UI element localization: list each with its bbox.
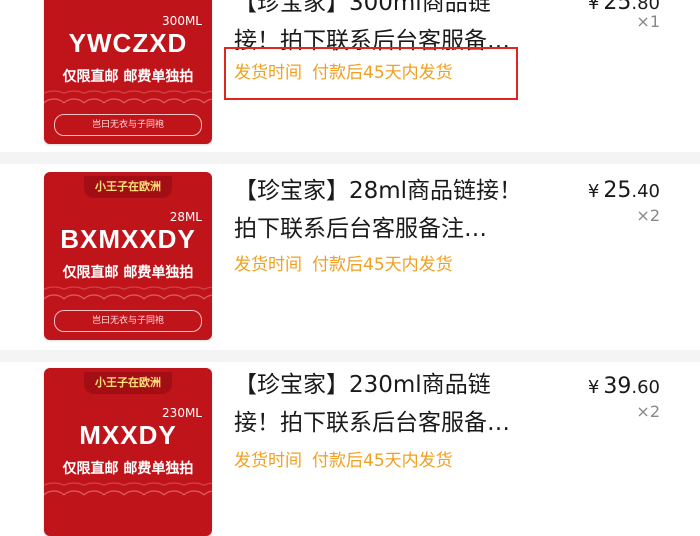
price: ¥39.60: [588, 374, 660, 399]
product-title[interactable]: 【珍宝家】230ml商品链 接！拍下联系后台客服备…: [234, 366, 554, 442]
wave-pattern: [44, 472, 212, 506]
badge-label: 小王子在欧洲: [84, 372, 172, 394]
price-dec: .60: [631, 377, 660, 398]
volume-label: 28ML: [169, 210, 202, 224]
highlight-box: [224, 47, 518, 100]
currency-symbol: ¥: [587, 377, 600, 398]
shipping-info: 发货时间 付款后45天内发货: [234, 250, 453, 275]
shipping-label: 发货时间: [234, 255, 302, 275]
image-footer: 岂曰无衣与子同袍: [54, 310, 202, 332]
order-item[interactable]: 小王子在欧洲 28ML BXMXXDY 仅限直邮 邮费单独拍 岂曰无衣与子同袍 …: [0, 164, 700, 350]
volume-label: 300ML: [162, 14, 202, 28]
price: ¥25.40: [588, 178, 660, 203]
separator: [0, 350, 700, 362]
currency-symbol: ¥: [587, 181, 600, 202]
quantity: ×1: [636, 12, 660, 31]
shipping-value: 付款后45天内发货: [312, 451, 453, 471]
order-item[interactable]: 小王子在欧洲 230ML MXXDY 仅限直邮 邮费单独拍 【珍宝家】230ml…: [0, 362, 700, 536]
separator: [0, 152, 700, 164]
price-int: 25: [603, 178, 632, 203]
shipping-value: 付款后45天内发货: [312, 255, 453, 275]
brand-text: MXXDY: [79, 420, 177, 450]
shipping-label: 发货时间: [234, 451, 302, 471]
product-title[interactable]: 【珍宝家】28ml商品链接！ 拍下联系后台客服备注…: [234, 172, 554, 248]
volume-label: 230ML: [162, 406, 202, 420]
product-image[interactable]: 小王子在欧洲 28ML BXMXXDY 仅限直邮 邮费单独拍 岂曰无衣与子同袍: [44, 172, 212, 340]
quantity: ×2: [636, 402, 660, 421]
price-dec: .40: [631, 181, 660, 202]
badge-label: 小王子在欧洲: [84, 176, 172, 198]
wave-pattern: [44, 80, 212, 114]
price-int: 25: [603, 0, 632, 15]
shipping-info: 发货时间 付款后45天内发货: [234, 446, 453, 471]
product-image[interactable]: 300ML YWCZXD 仅限直邮 邮费单独拍 岂曰无衣与子同袍: [44, 0, 212, 144]
wave-pattern: [44, 276, 212, 310]
currency-symbol: ¥: [587, 0, 600, 14]
order-item[interactable]: 300ML YWCZXD 仅限直邮 邮费单独拍 岂曰无衣与子同袍 【珍宝家】30…: [0, 0, 700, 152]
brand-text: BXMXXDY: [60, 224, 196, 254]
price-int: 39: [603, 374, 632, 399]
quantity: ×2: [636, 206, 660, 225]
product-image[interactable]: 小王子在欧洲 230ML MXXDY 仅限直邮 邮费单独拍: [44, 368, 212, 536]
image-footer: 岂曰无衣与子同袍: [54, 114, 202, 136]
brand-text: YWCZXD: [68, 28, 188, 58]
